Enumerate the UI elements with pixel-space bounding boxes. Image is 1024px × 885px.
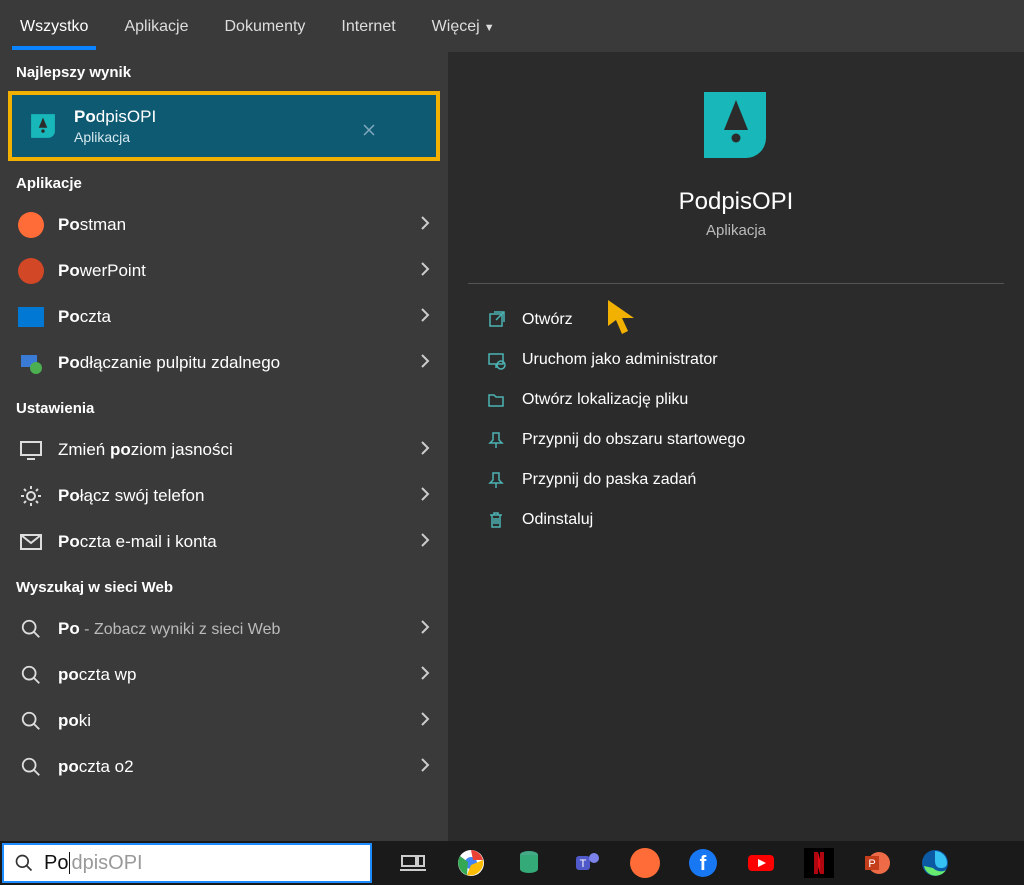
tab-apps[interactable]: Aplikacje — [120, 12, 192, 42]
preview-header-strip — [448, 0, 1024, 52]
monitor-icon — [18, 437, 44, 463]
svg-text:P: P — [868, 858, 875, 870]
preview-header: PodpisOPI Aplikacja — [448, 52, 1024, 259]
svg-text:f: f — [700, 853, 707, 875]
tab-more[interactable]: Więcej▼ — [428, 12, 499, 42]
preview-subtitle: Aplikacja — [706, 222, 766, 239]
preview-title: PodpisOPI — [679, 188, 794, 216]
action-pin-start[interactable]: Przypnij do obszaru startowego — [478, 420, 994, 460]
action-uninstall[interactable]: Odinstaluj — [478, 500, 994, 540]
chevron-down-icon: ▼ — [484, 22, 495, 34]
app-result-powerpoint[interactable]: PowerPoint — [0, 248, 448, 294]
preview-actions: Otwórz Uruchom jako administrator Otwórz… — [448, 294, 1024, 546]
results-list: Najlepszy wynik PodpisOPI Aplikacja Apli… — [0, 50, 448, 841]
settings-result-brightness[interactable]: Zmień poziom jasności — [0, 427, 448, 473]
taskbar: PodpisOPI T f P — [0, 841, 1024, 885]
action-label: Przypnij do obszaru startowego — [522, 431, 745, 449]
chevron-right-icon — [420, 307, 430, 328]
web-result-poki[interactable]: poki — [0, 698, 448, 744]
mail-icon — [18, 304, 44, 330]
remove-best-match-button[interactable] — [362, 123, 376, 142]
trash-icon — [486, 510, 506, 530]
chevron-right-icon — [420, 215, 430, 236]
powerpoint-taskbar-icon[interactable]: P — [862, 848, 892, 878]
podpisopi-large-icon — [692, 82, 780, 170]
powerpoint-icon — [18, 258, 44, 284]
search-icon — [18, 662, 44, 688]
gear-icon — [18, 483, 44, 509]
action-label: Uruchom jako administrator — [522, 351, 718, 369]
action-label: Przypnij do paska zadań — [522, 471, 696, 489]
chevron-right-icon — [420, 261, 430, 282]
app-result-postman[interactable]: Postman — [0, 202, 448, 248]
section-settings: Ustawienia — [0, 386, 448, 427]
action-label: Odinstaluj — [522, 511, 593, 529]
action-label: Otwórz — [522, 311, 573, 329]
action-run-as-admin[interactable]: Uruchom jako administrator — [478, 340, 994, 380]
settings-result-phone[interactable]: Połącz swój telefon — [0, 473, 448, 519]
facebook-icon[interactable]: f — [688, 848, 718, 878]
search-panel: Wszystko Aplikacje Dokumenty Internet Wi… — [0, 0, 1024, 841]
preview-pane: PodpisOPI Aplikacja Otwórz Uruchom jako … — [448, 0, 1024, 841]
postman-icon — [18, 212, 44, 238]
chevron-right-icon — [420, 757, 430, 778]
open-icon — [486, 310, 506, 330]
divider — [468, 283, 1004, 284]
action-open-file-location[interactable]: Otwórz lokalizację pliku — [478, 380, 994, 420]
action-open[interactable]: Otwórz — [478, 300, 994, 340]
web-result-poczta-wp[interactable]: poczta wp — [0, 652, 448, 698]
chevron-right-icon — [420, 486, 430, 507]
folder-icon — [486, 390, 506, 410]
netflix-icon[interactable] — [804, 848, 834, 878]
database-icon[interactable] — [514, 848, 544, 878]
teams-icon[interactable]: T — [572, 848, 602, 878]
search-icon — [18, 754, 44, 780]
taskbar-search-input[interactable]: PodpisOPI — [2, 843, 372, 883]
section-best-match: Najlepszy wynik — [0, 50, 448, 91]
best-match-text: PodpisOPI Aplikacja — [74, 107, 156, 145]
chevron-right-icon — [420, 440, 430, 461]
tab-documents[interactable]: Dokumenty — [220, 12, 309, 42]
web-result-poczta-o2[interactable]: poczta o2 — [0, 744, 448, 790]
web-result-po[interactable]: Po - Zobacz wyniki z sieci Web — [0, 606, 448, 652]
search-icon — [18, 708, 44, 734]
chevron-right-icon — [420, 532, 430, 553]
taskbar-search-text: PodpisOPI — [44, 852, 143, 875]
tab-all[interactable]: Wszystko — [16, 12, 92, 42]
admin-icon — [486, 350, 506, 370]
chevron-right-icon — [420, 665, 430, 686]
chrome-icon[interactable] — [456, 848, 486, 878]
youtube-icon[interactable] — [746, 848, 776, 878]
results-column: Wszystko Aplikacje Dokumenty Internet Wi… — [0, 0, 448, 841]
svg-text:T: T — [580, 858, 587, 870]
search-icon — [18, 616, 44, 642]
pin-task-icon — [486, 470, 506, 490]
chevron-right-icon — [420, 711, 430, 732]
taskbar-pinned-apps: T f P — [374, 848, 950, 878]
action-label: Otwórz lokalizację pliku — [522, 391, 688, 409]
envelope-icon — [18, 529, 44, 555]
best-match-item[interactable]: PodpisOPI Aplikacja — [8, 91, 440, 161]
search-icon — [14, 853, 34, 873]
taskview-icon[interactable] — [398, 848, 428, 878]
pin-start-icon — [486, 430, 506, 450]
section-web: Wyszukaj w sieci Web — [0, 565, 448, 606]
podpisopi-icon — [26, 109, 60, 143]
postman-taskbar-icon[interactable] — [630, 848, 660, 878]
settings-result-email-accounts[interactable]: Poczta e-mail i konta — [0, 519, 448, 565]
section-apps: Aplikacje — [0, 161, 448, 202]
tab-internet[interactable]: Internet — [337, 12, 399, 42]
app-result-mail[interactable]: Poczta — [0, 294, 448, 340]
action-pin-taskbar[interactable]: Przypnij do paska zadań — [478, 460, 994, 500]
chevron-right-icon — [420, 353, 430, 374]
rdp-icon — [18, 350, 44, 376]
chevron-right-icon — [420, 619, 430, 640]
app-result-rdp[interactable]: Podłączanie pulpitu zdalnego — [0, 340, 448, 386]
cursor-pointer-icon — [602, 296, 646, 340]
edge-icon[interactable] — [920, 848, 950, 878]
